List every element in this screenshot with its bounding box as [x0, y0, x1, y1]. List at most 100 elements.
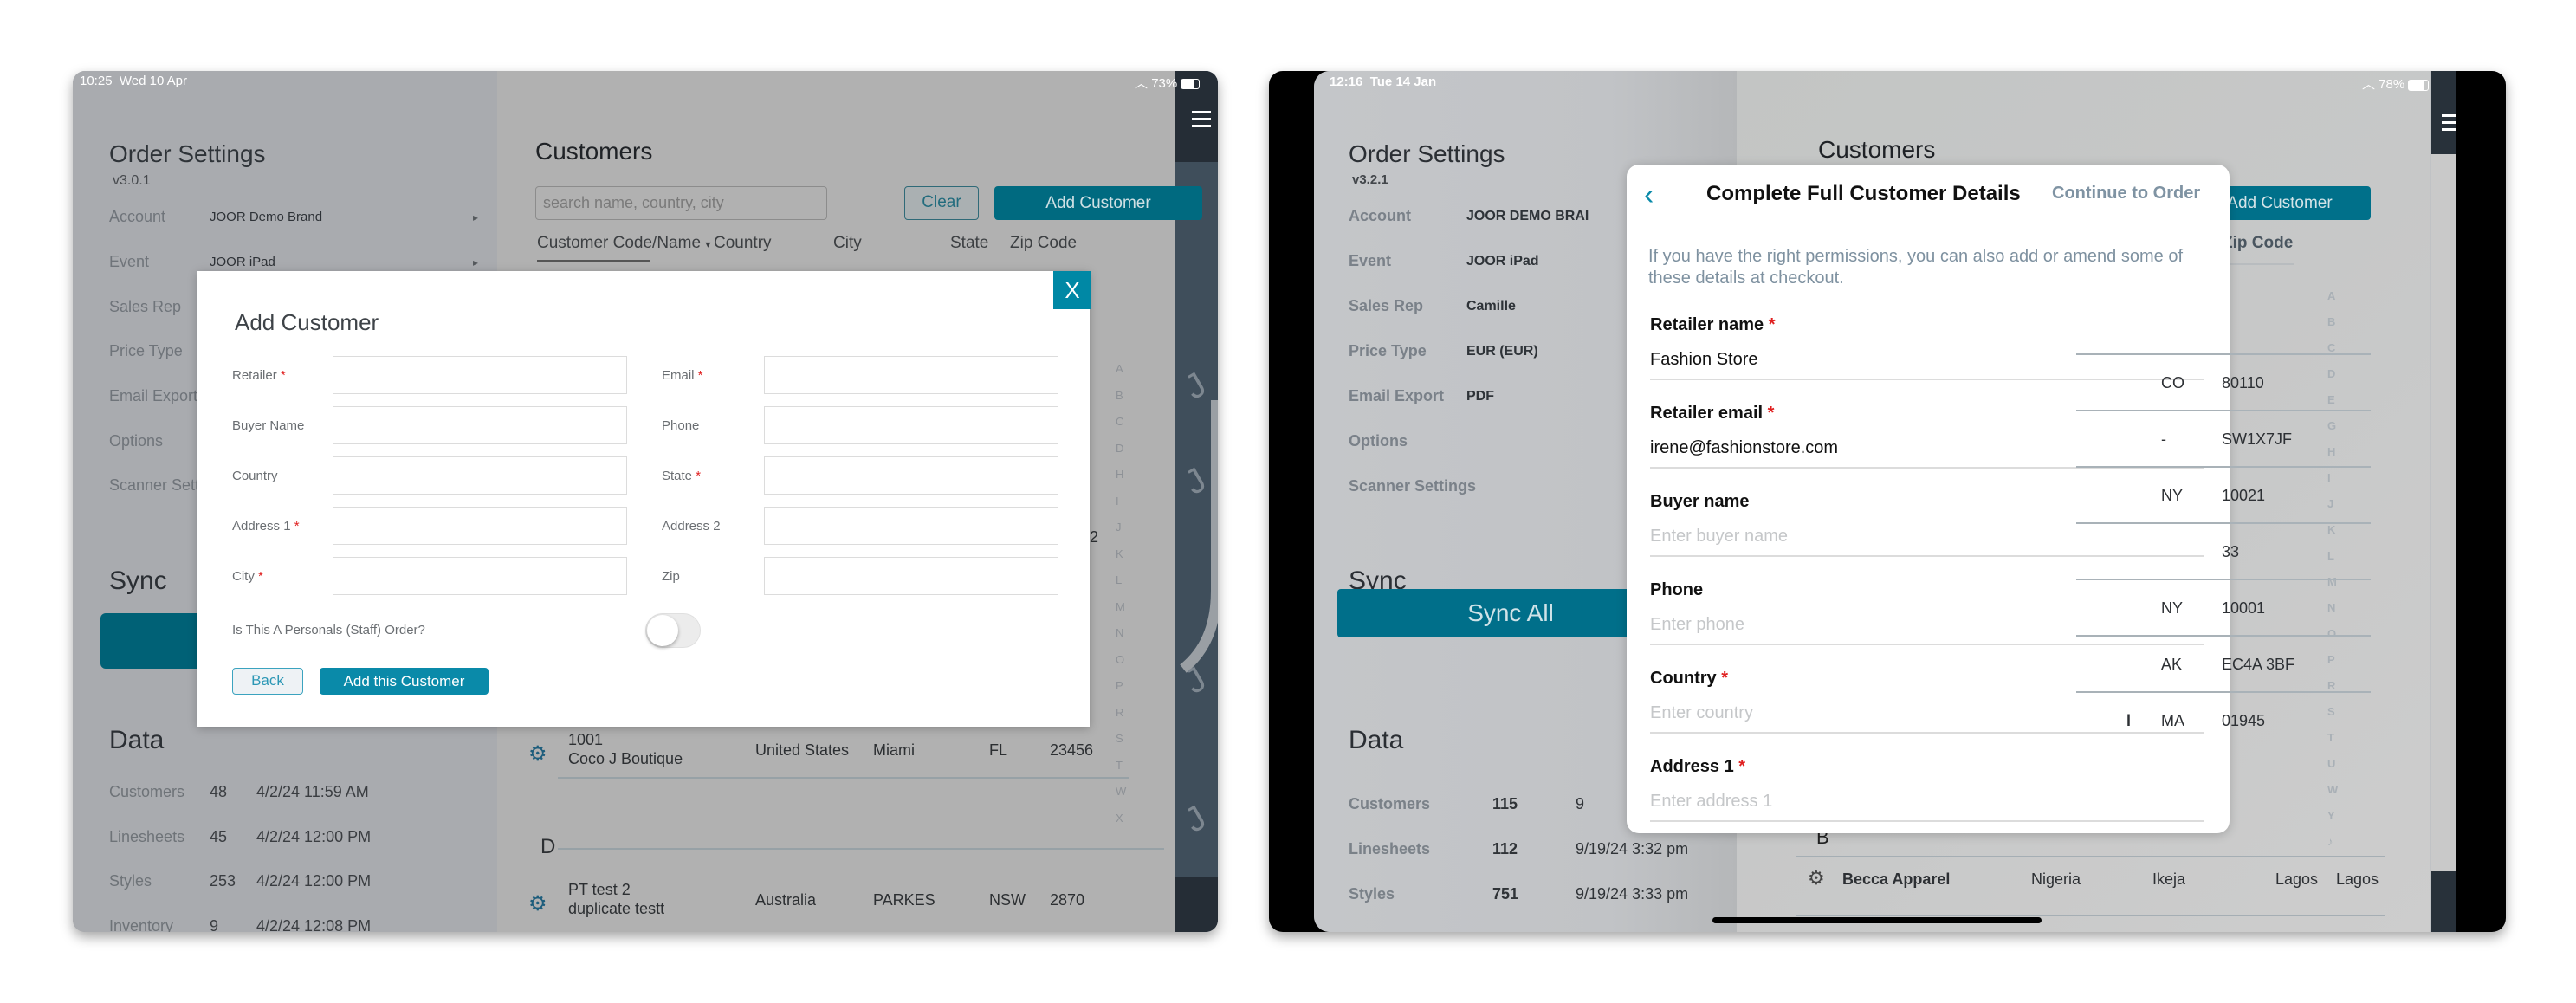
index-letter[interactable]: C	[2327, 341, 2335, 354]
settings-row-account[interactable]: Account JOOR DEMO BRAI	[1349, 207, 1730, 230]
column-country[interactable]: Country	[714, 234, 772, 253]
index-letter[interactable]: M	[1116, 600, 1125, 613]
index-letter[interactable]: A	[2327, 289, 2335, 302]
settings-row-event[interactable]: Event JOOR iPad	[1349, 252, 1730, 275]
gear-icon[interactable]: ⚙	[528, 741, 547, 767]
index-letter[interactable]: K	[2327, 523, 2335, 536]
index-letter[interactable]: Y	[2327, 809, 2335, 822]
settings-row-options[interactable]: Options	[109, 432, 163, 450]
menu-icon[interactable]	[2442, 114, 2456, 117]
settings-row-sales-rep[interactable]: Sales Rep	[109, 298, 181, 316]
index-letter[interactable]: N	[1116, 626, 1123, 639]
customer-row[interactable]: NY 10001	[2094, 599, 2301, 625]
settings-row-email-export[interactable]: Email Export PDF	[1349, 387, 1730, 410]
settings-row-options[interactable]: Options	[1349, 432, 1730, 455]
field-city-input[interactable]	[333, 557, 627, 595]
field-retailer-input[interactable]	[333, 356, 627, 394]
index-letter[interactable]: W	[1116, 785, 1126, 798]
index-letter[interactable]: D	[2327, 367, 2335, 380]
index-letter[interactable]: A	[1116, 362, 1123, 375]
buyer-name-input[interactable]: Enter buyer name	[1650, 527, 1788, 547]
add-this-customer-button[interactable]: Add this Customer	[320, 668, 489, 695]
customer-row[interactable]: CO 80110	[2094, 374, 2301, 400]
field-country-input[interactable]	[333, 456, 627, 495]
index-letter[interactable]: L	[1116, 573, 1122, 586]
phone-input[interactable]: Enter phone	[1650, 615, 1744, 635]
index-letter[interactable]: J	[2327, 497, 2333, 510]
index-letter[interactable]: C	[1116, 415, 1123, 428]
customer-row[interactable]: - SW1X7JF	[2094, 430, 2301, 456]
settings-row-sales-rep[interactable]: Sales Rep Camille	[1349, 297, 1730, 320]
row-value: JOOR iPad	[1466, 254, 1539, 269]
customer-row[interactable]: ⚙ 1001 Coco J Boutique United States Mia…	[520, 731, 1204, 792]
close-icon[interactable]: X	[1053, 271, 1091, 309]
battery-icon	[2408, 79, 2430, 91]
index-letter[interactable]: W	[2327, 783, 2338, 796]
menu-icon[interactable]	[1192, 111, 1211, 113]
add-customer-button[interactable]: Add Customer	[994, 186, 1202, 220]
clear-button[interactable]: Clear	[904, 186, 979, 220]
index-letter[interactable]: T	[2327, 731, 2334, 744]
field-address-1-input[interactable]	[333, 507, 627, 545]
column-city[interactable]: City	[833, 234, 862, 253]
field-buyer-name-input[interactable]	[333, 406, 627, 444]
field-state-input[interactable]	[764, 456, 1058, 495]
gear-icon[interactable]: ⚙	[528, 891, 547, 916]
field-address-2-input[interactable]	[764, 507, 1058, 545]
index-letter[interactable]: B	[2327, 315, 2335, 328]
continue-to-order-button[interactable]: Continue to Order	[2052, 184, 2200, 204]
index-letter[interactable]: P	[2327, 653, 2335, 666]
index-letter[interactable]: G	[2327, 419, 2336, 432]
index-letter[interactable]: I	[1116, 495, 1119, 508]
settings-row-scanner-settings[interactable]: Scanner Settings	[1349, 477, 1730, 500]
address-1-input[interactable]: Enter address 1	[1650, 792, 1772, 812]
index-letter[interactable]: R	[2327, 679, 2335, 692]
column-zip[interactable]: Zip Code	[2223, 234, 2293, 253]
personals-toggle[interactable]	[645, 613, 701, 648]
home-indicator[interactable]	[1712, 917, 2042, 923]
index-letter[interactable]: O	[2327, 627, 2336, 640]
customer-row[interactable]: NY 10021	[2094, 487, 2301, 513]
index-letter[interactable]: D	[1116, 442, 1123, 455]
settings-row-price-type[interactable]: Price Type EUR (EUR)	[1349, 342, 1730, 365]
index-letter[interactable]: E	[2327, 393, 2335, 406]
divider	[2076, 522, 2371, 524]
customer-row[interactable]: l MA 01945	[2094, 712, 2301, 738]
index-letter[interactable]: J	[1116, 521, 1122, 534]
index-letter[interactable]: O	[1116, 653, 1124, 666]
settings-row-email-export[interactable]: Email Export	[109, 387, 197, 405]
customer-row[interactable]: 33	[2094, 543, 2301, 569]
customer-row[interactable]: ⚙ Becca Apparel Nigeria Ikeja Lagos Lago…	[1796, 865, 2402, 900]
back-button[interactable]: Back	[232, 668, 303, 695]
index-letter[interactable]: U	[2327, 757, 2335, 770]
field-zip-input[interactable]	[764, 557, 1058, 595]
index-letter[interactable]: P	[1116, 679, 1123, 692]
index-letter[interactable]: N	[2327, 601, 2335, 614]
index-letter[interactable]: ♪	[2327, 835, 2333, 848]
index-letter[interactable]: X	[1116, 812, 1123, 825]
index-letter[interactable]: R	[1116, 706, 1123, 719]
index-letter[interactable]: K	[1116, 547, 1123, 560]
customer-row[interactable]: ⚙ PT test 2 duplicate testt Australia PA…	[520, 881, 1204, 932]
index-letter[interactable]: B	[1116, 389, 1123, 402]
chevron-right-icon: ▸	[473, 256, 479, 269]
column-zip[interactable]: Zip Code	[1010, 234, 1077, 253]
index-letter[interactable]: S	[1116, 732, 1123, 745]
country-input[interactable]: Enter country	[1650, 703, 1753, 723]
index-letter[interactable]: I	[2327, 471, 2331, 484]
field-phone-input[interactable]	[764, 406, 1058, 444]
settings-row-price-type[interactable]: Price Type	[109, 342, 183, 360]
field-email-input[interactable]	[764, 356, 1058, 394]
column-state[interactable]: State	[950, 234, 988, 253]
index-letter[interactable]: S	[2327, 705, 2335, 718]
index-letter[interactable]: T	[1116, 759, 1123, 772]
customer-row[interactable]: AK EC4A 3BF	[2094, 656, 2301, 682]
index-letter[interactable]: M	[2327, 575, 2337, 588]
index-letter[interactable]: H	[1116, 468, 1123, 481]
column-customer-name[interactable]: Customer Code/Name ▾	[537, 234, 710, 253]
index-letter[interactable]: L	[2327, 549, 2334, 562]
gear-icon[interactable]: ⚙	[1808, 867, 1825, 890]
row-label: Sales Rep	[1349, 297, 1424, 314]
index-letter[interactable]: H	[2327, 445, 2335, 458]
customer-search-input[interactable]: search name, country, city	[535, 186, 827, 220]
